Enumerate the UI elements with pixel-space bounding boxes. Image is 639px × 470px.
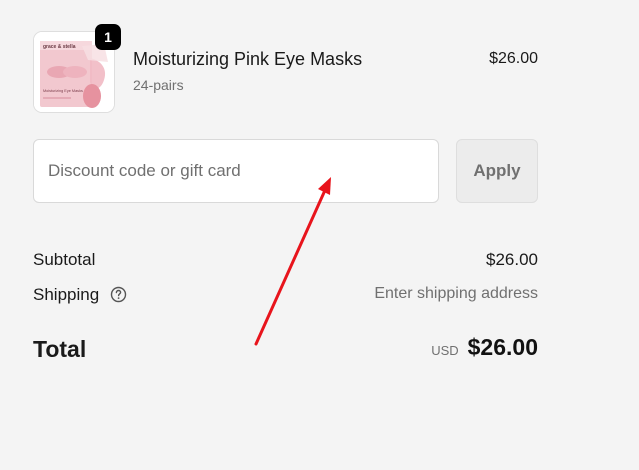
apply-discount-button[interactable]: Apply <box>456 139 538 203</box>
product-name: Moisturizing Pink Eye Masks <box>133 49 363 69</box>
question-circle-icon[interactable] <box>110 286 127 303</box>
shipping-row: Shipping Enter shipping address <box>33 285 538 307</box>
product-variant: 24-pairs <box>133 77 184 93</box>
subtotal-value: $26.00 <box>486 250 538 269</box>
line-item: grace & stella Moisturizing Eye Masks 1 … <box>33 24 538 113</box>
total-value-group: USD $26.00 <box>431 334 538 361</box>
currency-code: USD <box>431 343 459 358</box>
discount-code-input[interactable] <box>33 139 439 203</box>
subtotal-row: Subtotal $26.00 <box>33 250 538 272</box>
subtotal-label: Subtotal <box>33 250 96 269</box>
total-value: $26.00 <box>467 334 538 360</box>
checkout-summary: grace & stella Moisturizing Eye Masks 1 … <box>0 0 639 470</box>
total-row: Total USD $26.00 <box>33 334 538 366</box>
box-label-text: Moisturizing Eye Masks <box>43 89 83 93</box>
shipping-value: Enter shipping address <box>374 285 538 302</box>
quantity-badge: 1 <box>95 24 121 50</box>
shipping-label: Shipping <box>33 285 100 304</box>
brand-text: grace & stella <box>43 44 76 50</box>
total-label: Total <box>33 336 87 362</box>
product-price: $26.00 <box>489 50 538 67</box>
